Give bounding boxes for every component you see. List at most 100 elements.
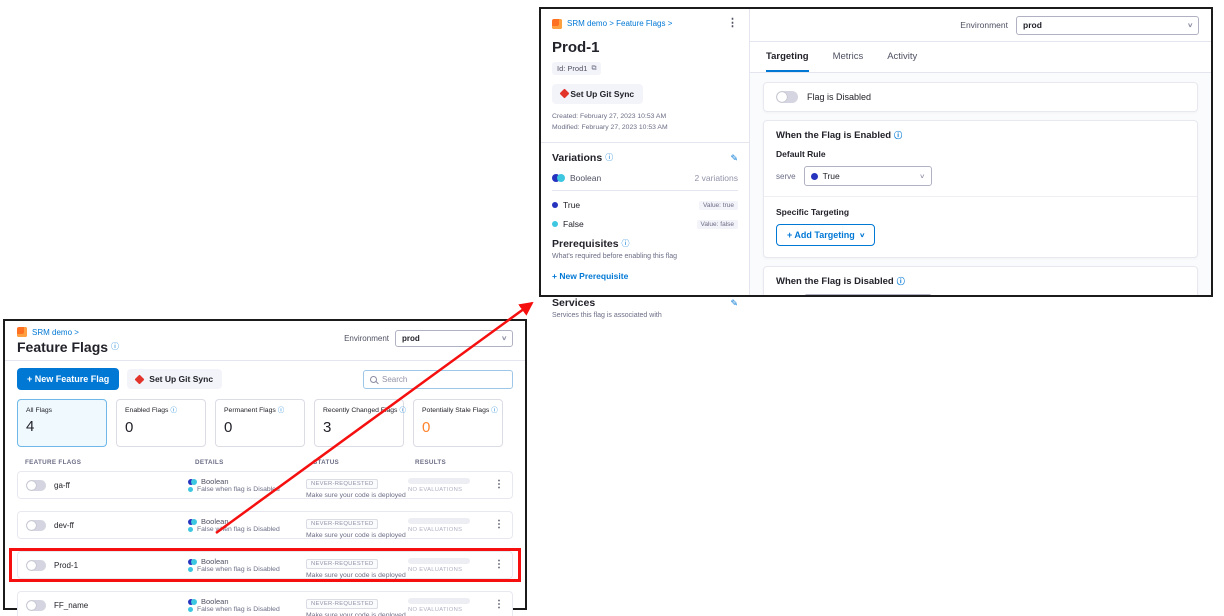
environment-value: prod (402, 334, 497, 343)
flag-toggle[interactable] (26, 480, 46, 491)
flag-enabled-toggle[interactable] (776, 91, 798, 103)
feature-flags-list-panel: SRM demo > Feature Flags ⓘ Environment p… (3, 319, 527, 610)
table-row[interactable]: ga-ff Boolean False when flag is Disable… (17, 471, 513, 499)
kebab-menu-icon[interactable]: ⋮ (727, 18, 738, 29)
tab-targeting[interactable]: Targeting (766, 42, 809, 72)
copy-icon[interactable]: ⧉ (591, 65, 596, 73)
table-header-row: FEATURE FLAGS DETAILS STATUS RESULTS (5, 456, 525, 471)
results-label: NO EVALUATIONS (408, 527, 484, 533)
variations-heading: Variations (552, 152, 602, 164)
flag-id-chip: Id: Prod1 ⧉ (552, 62, 601, 75)
table-row[interactable]: dev-ff Boolean False when flag is Disabl… (17, 511, 513, 539)
toolbar: + New Feature Flag Set Up Git Sync (5, 361, 525, 397)
modified-date: Modified: February 27, 2023 10:53 AM (552, 123, 738, 134)
boolean-type-icon (188, 599, 197, 605)
boolean-type-icon (188, 559, 197, 565)
new-prerequisite-link[interactable]: + New Prerequisite (552, 271, 628, 281)
environment-label: Environment (344, 334, 389, 343)
false-variation-dot-icon (188, 607, 193, 612)
info-icon: ⓘ (399, 407, 406, 414)
edit-services-icon[interactable]: ✎ (730, 299, 738, 308)
status-text: Make sure your code is deployed (306, 572, 408, 579)
breadcrumb-link[interactable]: SRM demo > (32, 328, 79, 337)
disabled-heading: When the Flag is Disabled (776, 276, 894, 287)
column-header-status: STATUS (313, 459, 415, 466)
column-header-results: RESULTS (415, 459, 491, 466)
stat-label: Recently Changed Flagsⓘ (323, 407, 395, 415)
status-badge: NEVER-REQUESTED (306, 599, 378, 609)
stat-label: Enabled Flagsⓘ (125, 407, 197, 415)
false-variation-dot-icon (188, 567, 193, 572)
git-sync-label: Set Up Git Sync (570, 89, 634, 99)
stat-value: 0 (224, 419, 296, 436)
stat-card-potentially-stale-flags[interactable]: Potentially Stale Flagsⓘ 0 (413, 399, 503, 447)
info-icon: ⓘ (894, 132, 902, 140)
git-sync-button[interactable]: Set Up Git Sync (127, 369, 222, 389)
flag-toggle[interactable] (26, 520, 46, 531)
list-header: SRM demo > Feature Flags ⓘ Environment p… (5, 321, 525, 361)
flag-name: Prod-1 (54, 561, 78, 570)
row-kebab-menu-icon[interactable]: ⋮ (494, 520, 504, 530)
row-kebab-menu-icon[interactable]: ⋮ (494, 480, 504, 490)
flag-toggle[interactable] (26, 600, 46, 611)
tab-metrics[interactable]: Metrics (833, 42, 864, 72)
stat-card-enabled-flags[interactable]: Enabled Flagsⓘ 0 (116, 399, 206, 447)
true-variation-dot-icon (552, 202, 558, 208)
disabled-rules-card: When the Flag is Disabled ⓘ serve False … (763, 266, 1198, 295)
serve-label: serve (776, 172, 796, 181)
table-row[interactable]: FF_name Boolean False when flag is Disab… (17, 591, 513, 616)
stat-card-recently-changed-flags[interactable]: Recently Changed Flagsⓘ 3 (314, 399, 404, 447)
table-row-prod-1-highlighted[interactable]: Prod-1 Boolean False when flag is Disabl… (17, 551, 513, 579)
stat-card-permanent-flags[interactable]: Permanent Flagsⓘ 0 (215, 399, 305, 447)
status-badge: NEVER-REQUESTED (306, 559, 378, 569)
variation-false-row: False Value: false (552, 219, 738, 229)
results-label: NO EVALUATIONS (408, 567, 484, 573)
git-sync-label: Set Up Git Sync (149, 374, 213, 384)
search-box (363, 370, 513, 389)
stat-label: Potentially Stale Flagsⓘ (422, 407, 494, 415)
environment-select[interactable]: prod ∨ (1016, 16, 1199, 35)
results-label: NO EVALUATIONS (408, 607, 484, 613)
status-badge: NEVER-REQUESTED (306, 519, 378, 529)
stat-card-all-flags[interactable]: All Flags 4 (17, 399, 107, 447)
chevron-down-icon: ∨ (919, 173, 925, 180)
variation-value-chip: Value: true (699, 201, 738, 210)
breadcrumb-link[interactable]: SRM demo > Feature Flags > (567, 19, 672, 28)
false-variation-dot-icon (188, 527, 193, 532)
enabled-heading: When the Flag is Enabled (776, 130, 891, 141)
row-kebab-menu-icon[interactable]: ⋮ (494, 560, 504, 570)
row-kebab-menu-icon[interactable]: ⋮ (494, 600, 504, 610)
disabled-serve-select[interactable]: False ∨ (804, 294, 932, 295)
add-targeting-label: + Add Targeting (787, 230, 855, 240)
edit-variations-icon[interactable]: ✎ (730, 154, 738, 163)
stat-value: 0 (125, 419, 197, 436)
column-header-details: DETAILS (195, 459, 313, 466)
variation-name: True (563, 200, 580, 210)
default-rule-label: Default Rule (776, 149, 1185, 159)
status-text: Make sure your code is deployed (306, 532, 408, 539)
chevron-down-icon: ∨ (859, 232, 865, 239)
flag-toggle[interactable] (26, 560, 46, 571)
git-sync-button[interactable]: Set Up Git Sync (552, 84, 643, 104)
tab-activity[interactable]: Activity (887, 42, 917, 72)
info-icon: ⓘ (622, 240, 630, 248)
environment-select[interactable]: prod ∨ (395, 330, 513, 347)
new-feature-flag-button[interactable]: + New Feature Flag (17, 368, 119, 390)
add-targeting-button[interactable]: + Add Targeting ∨ (776, 224, 875, 246)
info-icon: ⓘ (897, 278, 905, 286)
created-date: Created: February 27, 2023 10:53 AM (552, 112, 738, 123)
variation-true-row: True Value: true (552, 200, 738, 210)
default-rule-serve-select[interactable]: True ∨ (804, 166, 932, 186)
search-input[interactable] (382, 375, 506, 384)
info-icon: ⓘ (111, 343, 119, 351)
detail-tabs: Targeting Metrics Activity (750, 42, 1211, 73)
column-header-feature-flags: FEATURE FLAGS (25, 459, 195, 466)
flag-name: ga-ff (54, 481, 70, 490)
status-badge: NEVER-REQUESTED (306, 479, 378, 489)
status-text: Make sure your code is deployed (306, 492, 408, 499)
info-icon: ⓘ (278, 407, 285, 414)
flag-state-card: Flag is Disabled (763, 82, 1198, 112)
breadcrumb: SRM demo > Feature Flags > ⋮ (552, 18, 738, 29)
info-icon: ⓘ (491, 407, 498, 414)
flag-name: FF_name (54, 601, 88, 610)
